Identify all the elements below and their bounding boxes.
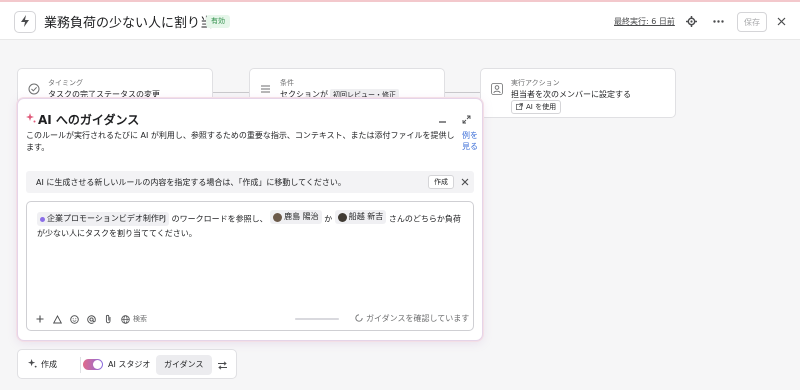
user-name: 船越 新吉 [348, 212, 384, 221]
spinner-icon [355, 313, 363, 324]
toggle-knob [93, 360, 102, 369]
avatar [337, 212, 347, 222]
trigger-title: タイミング [48, 79, 83, 87]
guidance-text[interactable]: 企業プロモーションビデオ制作PJ のワークロードを参照し、 鹿島 陽治 か 船越… [37, 210, 467, 241]
flow-connector [213, 92, 249, 93]
check-circle-icon [27, 82, 40, 95]
user-name: 鹿島 陽治 [284, 212, 319, 221]
close-icon[interactable] [459, 176, 471, 188]
bolt-icon [20, 15, 30, 29]
see-example-link[interactable]: 例を見る [462, 130, 482, 152]
editor-toolbar: 検索 [35, 313, 147, 325]
banner-text: AI に生成させる新しいルールの内容を指定する場合は、「作成」に移動してください… [36, 178, 346, 187]
plus-icon[interactable] [35, 314, 45, 324]
ai-guidance-panel: AI へのガイダンス このルールが実行されるたびに AI が利用し、参照するため… [17, 98, 483, 341]
user-icon [490, 82, 503, 95]
last-run-link[interactable]: 最終実行: 6 日前 [614, 16, 675, 27]
user-mention[interactable]: 船越 新吉 [334, 210, 387, 224]
bottom-toolbar: 作成 AI スタジオ ガイダンス [17, 349, 237, 379]
status-badge: 有効 [206, 15, 230, 28]
attachment-icon[interactable] [103, 314, 113, 324]
action-card[interactable]: 実行アクション 担当者を次のメンバーに設定する AI を使用 [480, 68, 676, 118]
guidance-text-part: か [324, 214, 333, 224]
project-color-dot [40, 216, 45, 222]
ai-studio-label: AI スタジオ [108, 360, 151, 369]
progress-fill [295, 318, 339, 320]
close-icon[interactable] [774, 14, 788, 28]
header-bar: 業務負荷の少ない人に割り当て 有効 最終実行: 6 日前 保存 [0, 0, 800, 40]
user-mention[interactable]: 鹿島 陽治 [270, 210, 322, 224]
web-search-label[interactable]: 検索 [133, 314, 147, 324]
list-icon [259, 82, 272, 95]
save-button[interactable]: 保存 [737, 12, 767, 32]
sparkle-icon [26, 113, 36, 123]
minimize-icon[interactable] [436, 113, 448, 125]
sparkle-icon [28, 359, 37, 370]
create-tab[interactable]: 作成 [28, 359, 57, 370]
swap-icon[interactable] [216, 359, 228, 371]
panel-description: このルールが実行されるたびに AI が利用し、参照するための重要な指示、コンテキ… [26, 131, 455, 152]
action-title: 実行アクション [511, 79, 560, 87]
checking-text: ガイダンスを確認しています [366, 314, 470, 323]
flow-connector [444, 92, 480, 93]
action-text: 担当者を次のメンバーに設定する [511, 90, 631, 99]
panel-title: AI へのガイダンス [38, 113, 140, 127]
warning-triangle-icon[interactable] [52, 314, 62, 324]
create-hint-banner: AI に生成させる新しいルールの内容を指定する場合は、「作成」に移動してください… [26, 171, 474, 193]
expand-icon[interactable] [460, 113, 472, 125]
avatar [273, 212, 283, 222]
guidance-editor[interactable]: 企業プロモーションビデオ制作PJ のワークロードを参照し、 鹿島 陽治 か 船越… [26, 201, 474, 331]
create-button[interactable]: 作成 [428, 175, 454, 189]
use-ai-label: AI を使用 [526, 103, 557, 111]
project-mention[interactable]: 企業プロモーションビデオ制作PJ [37, 212, 170, 226]
guidance-text-part: のワークロードを参照し、 [171, 214, 268, 224]
rule-type-button[interactable] [14, 11, 36, 33]
globe-icon[interactable] [120, 314, 130, 324]
gear-icon[interactable] [684, 14, 698, 28]
guidance-tab[interactable]: ガイダンス [156, 355, 212, 375]
progress-bar [295, 318, 339, 320]
page-title[interactable]: 業務負荷の少ない人に割り当て [44, 12, 226, 31]
external-link-icon [516, 102, 523, 112]
condition-title: 条件 [280, 79, 294, 87]
checking-status: ガイダンスを確認しています [355, 313, 469, 324]
use-ai-chip[interactable]: AI を使用 [511, 100, 562, 114]
mention-at-icon[interactable] [86, 314, 96, 324]
emoji-icon[interactable] [69, 314, 79, 324]
create-tab-label: 作成 [41, 360, 57, 369]
project-name: 企業プロモーションビデオ制作PJ [47, 214, 167, 223]
ai-studio-toggle[interactable] [83, 359, 103, 370]
divider [80, 357, 81, 373]
more-icon[interactable] [711, 14, 725, 28]
